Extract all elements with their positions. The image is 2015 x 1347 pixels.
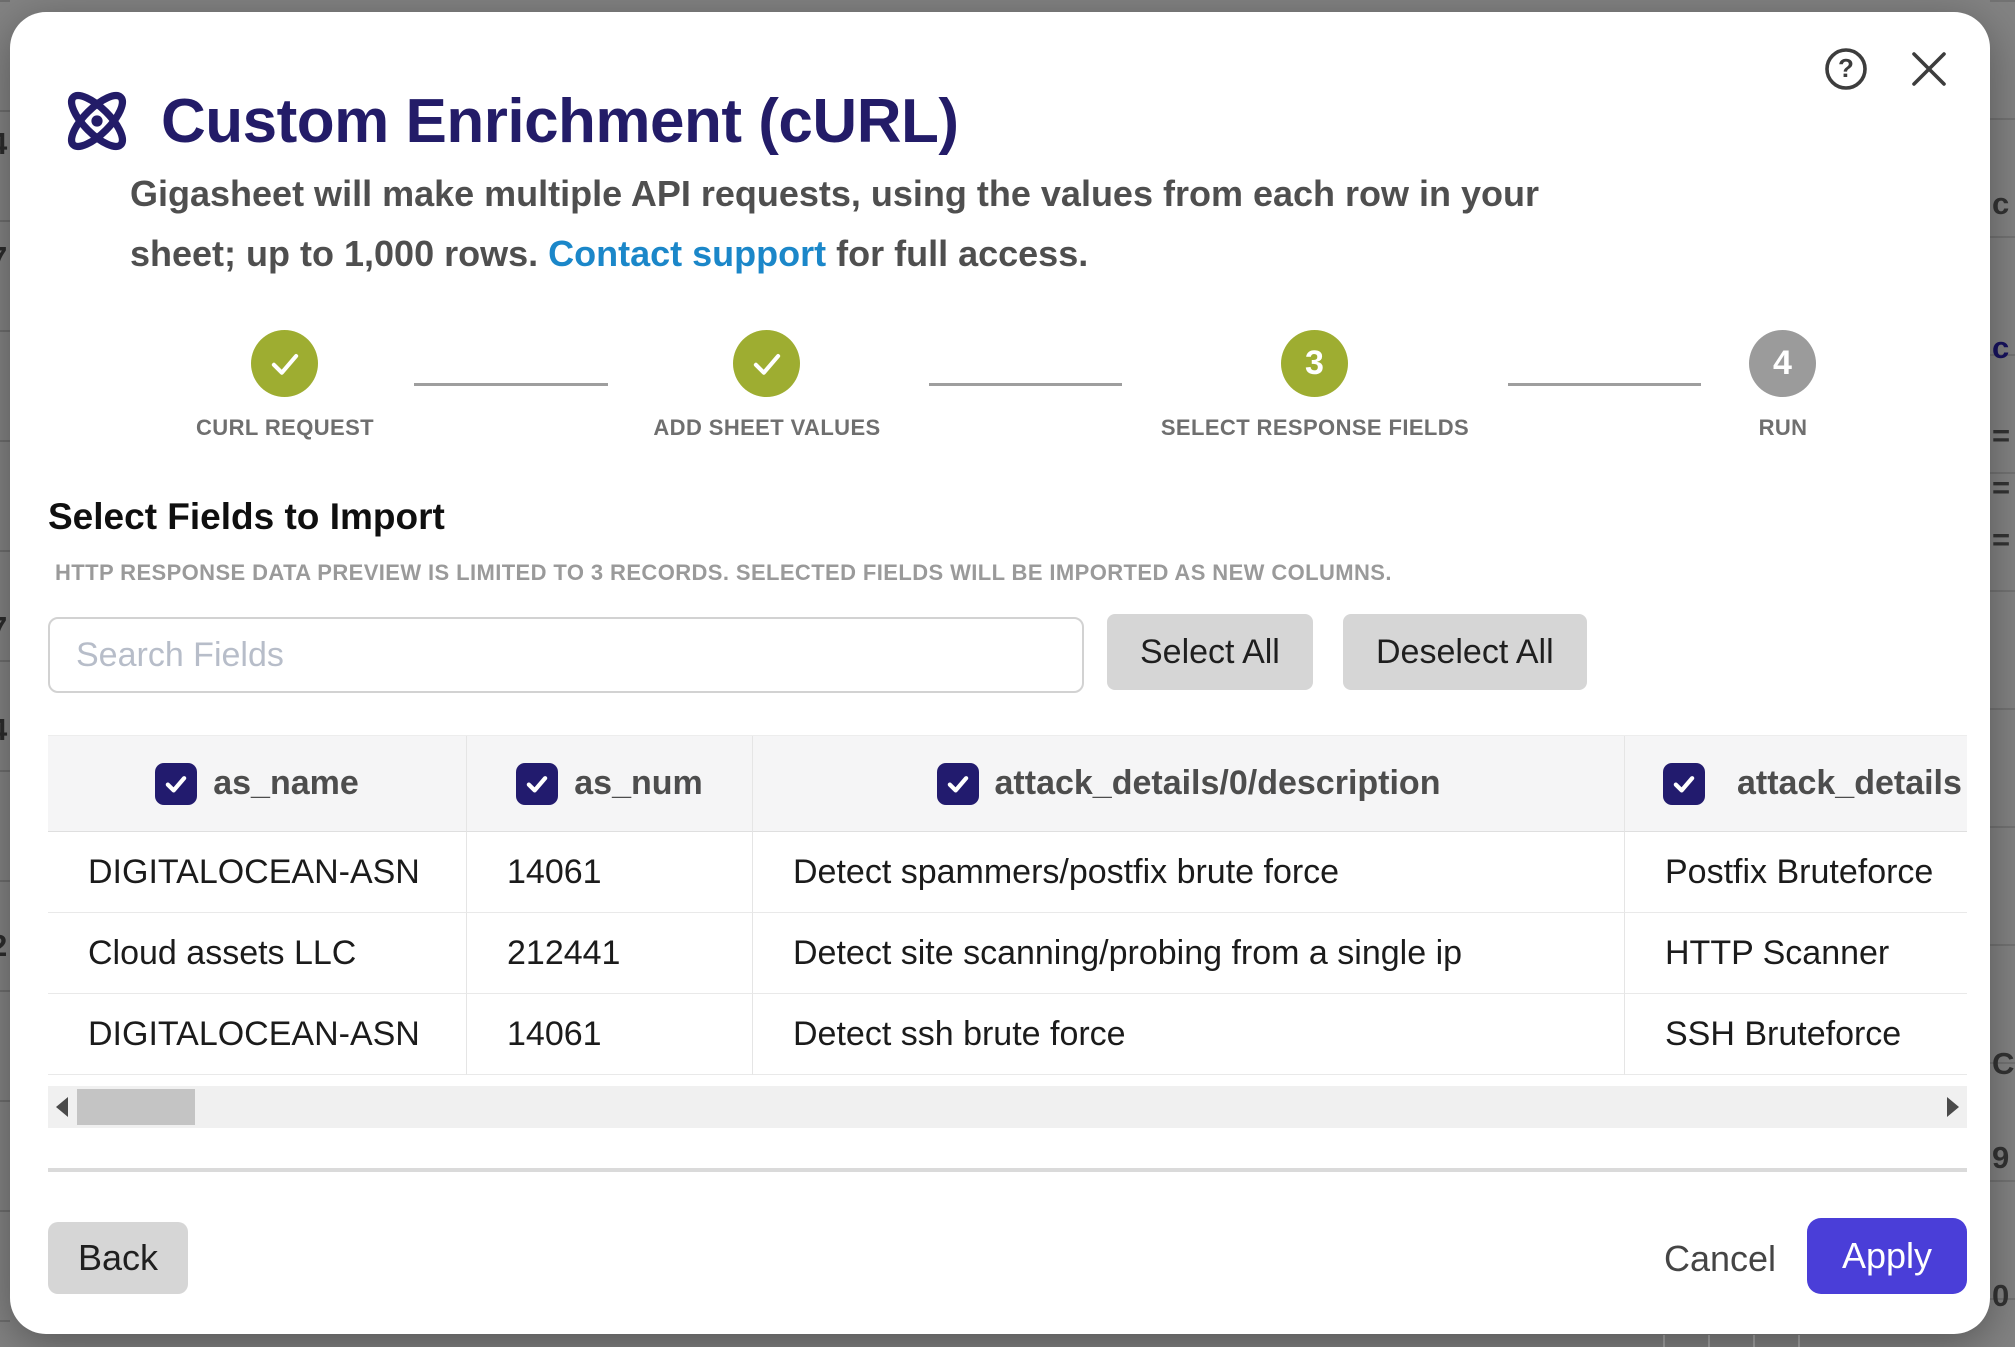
cancel-button[interactable]: Cancel [1640,1222,1800,1294]
step-3-label: SELECT RESPONSE FIELDS [1105,415,1525,441]
table-cell: 212441 [467,913,753,994]
table-cell: SSH Bruteforce [1625,994,1967,1075]
backdrop-glyph: C [1992,1046,2014,1082]
backdrop-glyph: 0 [1992,1278,2009,1314]
close-button[interactable] [1906,46,1952,92]
scroll-right-icon[interactable] [1947,1097,1959,1117]
svg-text:?: ? [1838,53,1854,83]
background-sheet-bottom-edge [0,1335,2015,1347]
step-4-indicator: 4 [1749,330,1816,397]
deselect-all-button[interactable]: Deselect All [1343,614,1587,690]
help-button[interactable]: ? [1823,46,1869,92]
checkbox-as-num[interactable] [516,763,558,805]
check-icon [1670,770,1698,798]
checkbox-as-name[interactable] [155,763,197,805]
table-cell: Detect site scanning/probing from a sing… [753,913,1625,994]
dialog-header: Custom Enrichment (cURL) [57,76,958,166]
intro-text: Gigasheet will make multiple API request… [130,164,1830,284]
close-icon [1906,46,1952,92]
checkbox-attack-details[interactable] [1663,763,1705,805]
scrollbar-thumb[interactable] [77,1089,195,1125]
backdrop-glyph: 4 [0,712,7,748]
horizontal-scrollbar[interactable] [48,1086,1967,1128]
backdrop-glyph: = [1992,470,2010,506]
section-heading: Select Fields to Import [48,496,445,538]
checkbox-attack-details-description[interactable] [937,763,979,805]
table-cell: HTTP Scanner [1625,913,1967,994]
backdrop-glyph: = [1992,418,2010,454]
table-cell: Detect ssh brute force [753,994,1625,1075]
backdrop-glyph: c [1992,330,2009,366]
step-connector [929,383,1122,386]
step-1-label: CURL REQUEST [75,415,495,441]
fields-table: as_name as_num attack_details/0/descript… [48,735,1967,1075]
footer-divider [48,1168,1967,1172]
table-cell: DIGITALOCEAN-ASN [48,832,467,913]
check-icon [944,770,972,798]
step-1-indicator [251,330,318,397]
backdrop-glyph: 7 [0,610,7,646]
background-sheet-left-edge: 4 7 7 4 2 [0,0,10,1347]
table-cell: Cloud assets LLC [48,913,467,994]
column-header-as-name: as_name [48,736,467,832]
check-icon [523,770,551,798]
atom-icon [57,80,137,162]
backdrop-glyph: = [1992,522,2010,558]
check-icon [162,770,190,798]
background-sheet-right-edge: c c = = = C 9 0 [1990,0,2015,1347]
scroll-left-icon[interactable] [56,1097,68,1117]
page-title: Custom Enrichment (cURL) [161,86,958,157]
backdrop-glyph: 7 [0,240,7,276]
section-note: HTTP RESPONSE DATA PREVIEW IS LIMITED TO… [55,560,1392,586]
backdrop-glyph: c [1992,186,2009,222]
select-all-button[interactable]: Select All [1107,614,1313,690]
backdrop-glyph: 2 [0,928,7,964]
step-3-indicator: 3 [1281,330,1348,397]
table-cell: Postfix Bruteforce [1625,832,1967,913]
check-icon [266,345,304,383]
table-cell: Detect spammers/postfix brute force [753,832,1625,913]
table-cell: 14061 [467,832,753,913]
step-4-label: RUN [1573,415,1993,441]
contact-support-link[interactable]: Contact support [548,233,826,274]
step-connector [414,383,608,386]
help-icon: ? [1823,46,1869,92]
table-cell: DIGITALOCEAN-ASN [48,994,467,1075]
table-cell: 14061 [467,994,753,1075]
apply-button[interactable]: Apply [1807,1218,1967,1294]
column-header-attack-details: attack_details [1625,736,1967,832]
column-header-as-num: as_num [467,736,753,832]
custom-enrichment-dialog: ? Custom Enrichment (cURL) Gigasheet wil… [10,12,1990,1334]
backdrop-glyph: 4 [0,126,7,162]
column-header-attack-details-description: attack_details/0/description [753,736,1625,832]
step-2-label: ADD SHEET VALUES [557,415,977,441]
search-fields-input[interactable] [48,617,1084,693]
step-connector [1508,383,1701,386]
check-icon [748,345,786,383]
backdrop-glyph: 9 [1992,1140,2009,1176]
step-2-indicator [733,330,800,397]
back-button[interactable]: Back [48,1222,188,1294]
